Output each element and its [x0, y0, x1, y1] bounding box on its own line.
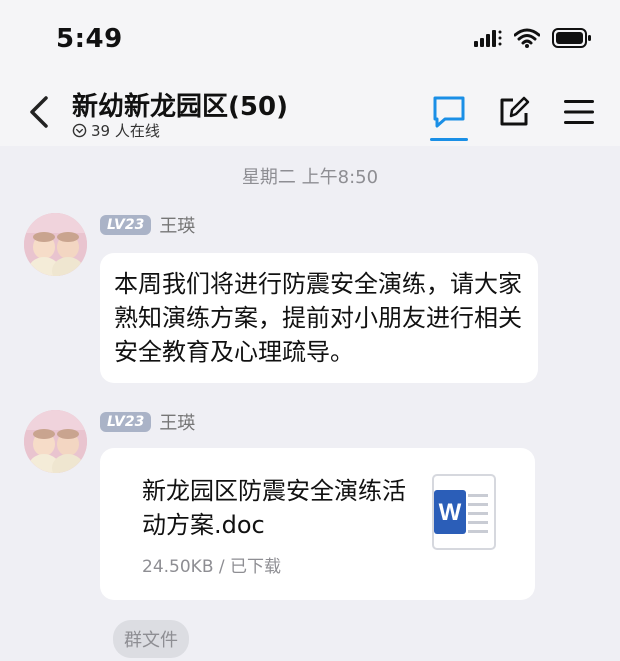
edit-button[interactable]: [492, 90, 536, 134]
back-arrow-icon[interactable]: [26, 94, 54, 130]
file-card[interactable]: 新龙园区防震安全演练活动方案.doc 24.50KB / 已下载 W: [100, 448, 535, 600]
group-title[interactable]: 新幼新龙园区(50): [72, 86, 288, 123]
avatar[interactable]: [24, 410, 87, 473]
chat-tab-button[interactable]: [427, 90, 471, 134]
message-text: 本周我们将进行防震安全演练，请大家熟知演练方案，提前对小朋友进行相关安全教育及心…: [114, 270, 522, 366]
sender-name: 王瑛: [159, 413, 196, 434]
active-tab-indicator: [430, 138, 468, 141]
menu-icon: [564, 100, 594, 124]
chat-bubble-icon: [433, 96, 465, 128]
message-timestamp: 星期二 上午8:50: [241, 167, 379, 188]
group-files-button[interactable]: 群文件: [113, 620, 189, 658]
avatar-photo: [24, 410, 87, 473]
avatar-photo: [24, 213, 87, 276]
edit-icon: [500, 96, 530, 126]
battery-icon: [552, 28, 591, 48]
level-badge: LV23: [100, 412, 152, 432]
level-badge: LV23: [100, 215, 152, 235]
sender-row: LV23 王瑛: [100, 409, 195, 435]
svg-text:W: W: [439, 499, 462, 526]
status-time: 5:49: [56, 24, 123, 54]
sender-name: 王瑛: [159, 216, 196, 237]
status-bar: 5:49: [0, 0, 620, 80]
message-bubble[interactable]: 本周我们将进行防震安全演练，请大家熟知演练方案，提前对小朋友进行相关安全教育及心…: [100, 253, 538, 383]
file-meta: 24.50KB / 已下载: [142, 557, 282, 577]
avatar[interactable]: [24, 213, 87, 276]
menu-button[interactable]: [557, 90, 601, 134]
chevron-down-circle-icon: [72, 123, 87, 138]
status-icons: [474, 28, 592, 48]
word-doc-icon: W: [432, 474, 496, 550]
wifi-icon: [514, 28, 540, 48]
signal-icon: [474, 30, 502, 47]
chat-header: 新幼新龙园区(50) 39 人在线: [0, 80, 620, 146]
online-status: 39 人在线: [72, 120, 160, 141]
sender-row: LV23 王瑛: [100, 212, 195, 238]
file-name: 新龙园区防震安全演练活动方案.doc: [142, 477, 406, 539]
online-count: 39 人在线: [91, 122, 160, 140]
